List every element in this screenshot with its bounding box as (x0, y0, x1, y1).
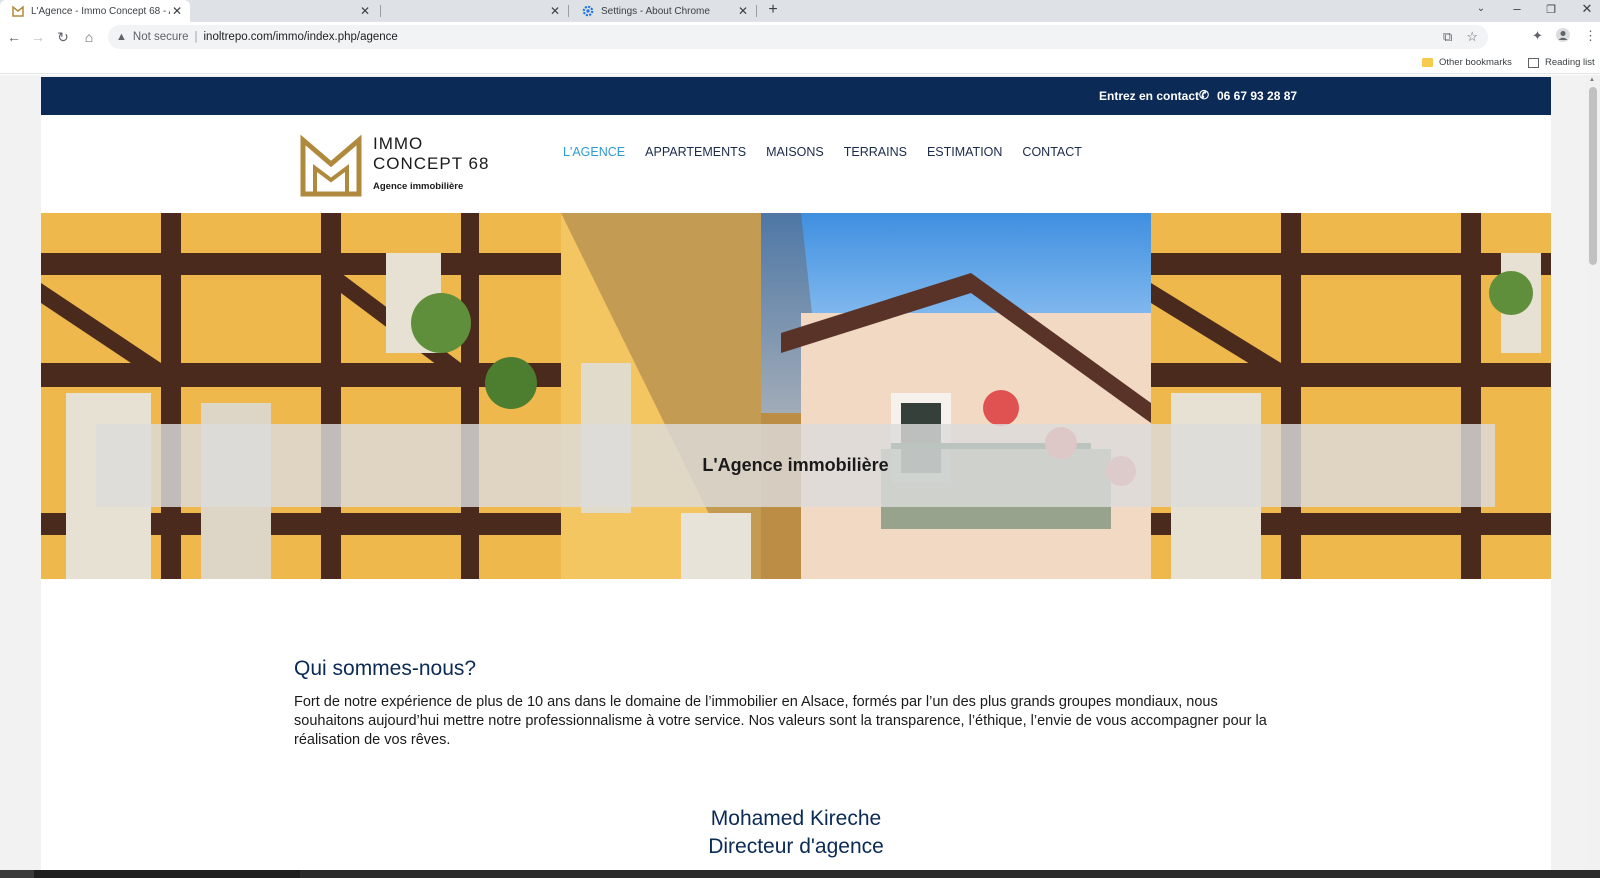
reload-icon[interactable]: ↻ (54, 28, 72, 46)
nav-maisons[interactable]: MAISONS (766, 145, 824, 159)
window-close-icon[interactable]: ✕ (1578, 1, 1596, 17)
taskbar-start[interactable] (0, 870, 34, 878)
nav-terrains[interactable]: TERRAINS (844, 145, 907, 159)
scroll-up-arrow-icon[interactable]: ▲ (1589, 77, 1595, 83)
other-bookmarks-label: Other bookmarks (1439, 57, 1512, 68)
tab-title: L'Agence - Immo Concept 68 - A (31, 5, 170, 17)
forward-arrow-icon[interactable]: → (29, 28, 47, 46)
extensions-puzzle-icon[interactable]: ✦ (1532, 28, 1543, 44)
close-tab-icon[interactable]: ✕ (736, 4, 750, 18)
half-timbered-houses-image (41, 213, 1551, 579)
close-tab-icon[interactable]: ✕ (548, 4, 562, 18)
about-section: Qui sommes-nous? Fort de notre expérienc… (294, 657, 1274, 750)
nav-estimation[interactable]: ESTIMATION (927, 145, 1002, 159)
taskbar-apps[interactable] (300, 870, 1600, 878)
tab-separator (380, 5, 381, 17)
logo-line-2: CONCEPT 68 (373, 154, 490, 173)
contact-label[interactable]: Entrez en contact (1099, 89, 1199, 103)
translate-icon[interactable]: ⧉ (1443, 29, 1452, 45)
hero-title-box: L'Agence immobilière (96, 424, 1495, 507)
about-paragraph: Fort de notre expérience de plus de 10 a… (294, 694, 1267, 748)
restore-icon[interactable]: ❐ (1542, 3, 1560, 16)
site-logo[interactable]: IMMO CONCEPT 68 Agence immobilière (299, 134, 499, 198)
tab-title: Settings - About Chrome (601, 5, 710, 17)
crown-logo-icon (300, 134, 362, 197)
contact-topbar: Entrez en contact ✆ 06 67 93 28 87 (41, 77, 1551, 115)
bookmarks-bar: Other bookmarks Reading list (0, 52, 1600, 74)
nav-agence[interactable]: L'AGENCE (563, 145, 625, 159)
browser-tab-strip: L'Agence - Immo Concept 68 - A ✕ ✕ ✕ Set… (0, 0, 1600, 22)
hero-title: L'Agence immobilière (702, 455, 889, 475)
director-name: Mohamed Kireche (710, 807, 882, 830)
logo-tagline: Agence immobilière (373, 181, 464, 192)
scrollbar-thumb[interactable] (1589, 87, 1597, 265)
bookmark-star-icon[interactable]: ☆ (1466, 29, 1478, 45)
reading-list-icon (1528, 57, 1539, 68)
home-icon[interactable]: ⌂ (80, 28, 98, 46)
os-taskbar (0, 870, 1600, 878)
security-label: Not secure (132, 31, 189, 43)
tab-blank-1[interactable]: ✕ (192, 0, 378, 22)
phone-icon: ✆ (1199, 88, 1210, 102)
reading-list-label: Reading list (1545, 57, 1595, 68)
tab-agence[interactable]: L'Agence - Immo Concept 68 - A ✕ (0, 0, 190, 22)
url-text: inoltrepo.com/immo/index.php/agence (203, 31, 398, 43)
address-bar[interactable]: ▲ Not secure | inoltrepo.com/immo/index.… (108, 25, 1488, 49)
immo-favicon-icon (12, 5, 24, 17)
tab-blank-2[interactable]: ✕ (382, 0, 568, 22)
browser-toolbar: ← → ↻ ⌂ ▲ Not secure | inoltrepo.com/imm… (0, 22, 1600, 52)
director-role: Directeur d'agence (708, 835, 884, 858)
close-tab-icon[interactable]: ✕ (358, 4, 372, 18)
tab-settings[interactable]: Settings - About Chrome ✕ (570, 0, 756, 22)
address-divider: | (194, 31, 198, 43)
nav-appartements[interactable]: APPARTEMENTS (645, 145, 746, 159)
tab-separator (756, 5, 757, 17)
tab-search-icon[interactable]: ⌄ (1472, 3, 1490, 14)
page-scrollbar[interactable]: ▲ (1586, 75, 1600, 870)
close-tab-icon[interactable]: ✕ (170, 4, 184, 18)
minimize-icon[interactable]: – (1508, 1, 1526, 16)
new-tab-button[interactable]: + (764, 1, 782, 19)
warning-triangle-icon: ▲ (116, 31, 127, 43)
phone-number[interactable]: 06 67 93 28 87 (1217, 89, 1297, 103)
page-viewport: Entrez en contact ✆ 06 67 93 28 87 IMMO … (0, 75, 1600, 870)
main-nav: L'AGENCE APPARTEMENTS MAISONS TERRAINS E… (563, 145, 1102, 159)
reading-list[interactable]: Reading list (1528, 57, 1595, 68)
profile-avatar-icon[interactable] (1556, 28, 1570, 45)
logo-line-1: IMMO (373, 134, 424, 153)
other-bookmarks[interactable]: Other bookmarks (1422, 57, 1512, 68)
back-arrow-icon[interactable]: ← (5, 28, 23, 46)
about-heading: Qui sommes-nous? (294, 657, 477, 680)
director-block: Mohamed Kireche Directeur d'agence (41, 805, 1551, 861)
hero-banner: L'Agence immobilière (41, 213, 1551, 579)
site-header: IMMO CONCEPT 68 Agence immobilière L'AGE… (41, 115, 1551, 213)
nav-contact[interactable]: CONTACT (1022, 145, 1082, 159)
menu-kebab-icon[interactable]: ⋮ (1584, 28, 1597, 44)
folder-icon (1422, 58, 1433, 67)
website: Entrez en contact ✆ 06 67 93 28 87 IMMO … (41, 77, 1551, 870)
tab-separator (568, 5, 569, 17)
gear-icon (582, 5, 594, 17)
